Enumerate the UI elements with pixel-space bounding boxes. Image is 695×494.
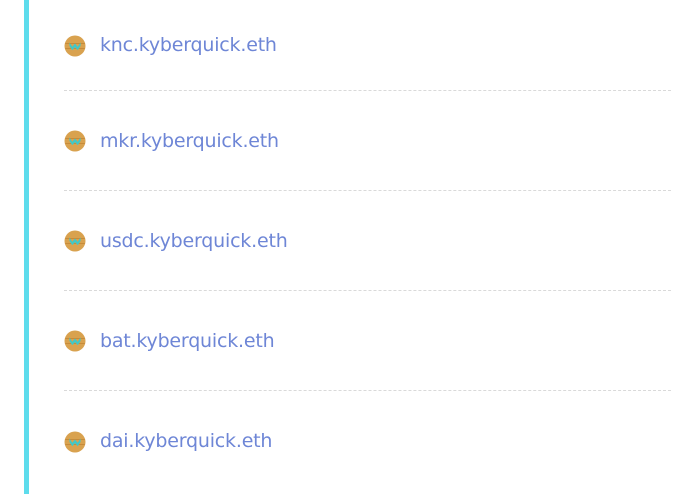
kyber-token-icon [64, 431, 86, 453]
ens-name-link[interactable]: bat.kyberquick.eth [100, 330, 275, 352]
ens-name-link[interactable]: dai.kyberquick.eth [100, 430, 272, 452]
ens-name-link[interactable]: usdc.kyberquick.eth [100, 230, 288, 252]
left-accent-bar [24, 0, 29, 494]
kyber-token-icon [64, 130, 86, 152]
ens-name-link[interactable]: mkr.kyberquick.eth [100, 130, 279, 152]
ens-address-list-page: knc.kyberquick.eth mkr.kyberquick.eth us… [0, 0, 695, 494]
list-item: bat.kyberquick.eth [64, 291, 671, 391]
list-item: knc.kyberquick.eth [64, 0, 671, 91]
list-item: mkr.kyberquick.eth [64, 91, 671, 191]
kyber-token-icon [64, 330, 86, 352]
list-item: dai.kyberquick.eth [64, 391, 671, 491]
kyber-token-icon [64, 230, 86, 252]
ens-address-list: knc.kyberquick.eth mkr.kyberquick.eth us… [64, 0, 671, 491]
ens-name-link[interactable]: knc.kyberquick.eth [100, 34, 277, 56]
list-item: usdc.kyberquick.eth [64, 191, 671, 291]
kyber-token-icon [64, 35, 86, 57]
